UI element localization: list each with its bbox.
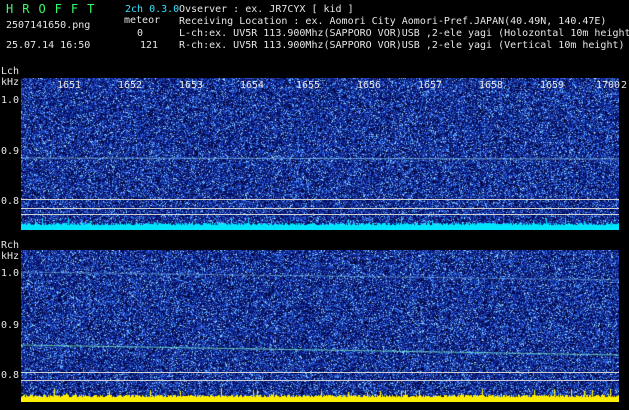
time-tick: 1659 — [540, 80, 565, 91]
lch-label: Lch — [1, 66, 20, 77]
rch-ref-line — [21, 372, 619, 373]
rch-info-line: R-ch:ex. UV5R 113.900Mhz(SAPPORO VOR)USB… — [179, 40, 625, 51]
lch-ref-line — [21, 214, 619, 215]
lch-ref-line — [21, 199, 619, 200]
time-tick: 1652 — [118, 80, 143, 91]
rch-count: 121 — [140, 40, 159, 51]
rch-ytick-3: 0.8 — [1, 370, 20, 381]
time-tick: 1700 — [596, 80, 621, 91]
lch-ytick-3: 0.8 — [1, 196, 20, 207]
datetime-label: 25.07.14 16:50 — [6, 40, 91, 51]
lch-ref-line — [21, 208, 619, 209]
rch-unit: kHz — [1, 251, 20, 262]
rch-ytick-1: 1.0 — [1, 268, 20, 279]
lch-unit: kHz — [1, 77, 20, 88]
time-tick: 1654 — [240, 80, 265, 91]
lch-ytick-2: 0.9 — [1, 146, 20, 157]
lch-count: 0 — [137, 28, 144, 39]
time-tick: 1658 — [479, 80, 504, 91]
location-line: Receiving Location : ex. Aomori City Aom… — [179, 16, 607, 27]
time-tick: 1657 — [418, 80, 443, 91]
filename-label: 2507141650.png — [6, 20, 91, 31]
time-tick: 1656 — [357, 80, 382, 91]
time-tick: 1651 — [57, 80, 82, 91]
observer-line: Ovserver : ex. JR7CYX [ kid ] — [179, 4, 354, 15]
rch-label: Rch — [1, 240, 20, 251]
time-tick: 2 — [621, 80, 628, 91]
meteor-label: meteor — [124, 15, 161, 26]
rch-ref-line — [21, 380, 619, 381]
time-tick: 1653 — [179, 80, 204, 91]
lch-ytick-1: 1.0 — [1, 95, 20, 106]
time-tick: 1655 — [296, 80, 321, 91]
app-name: HROFFT — [6, 2, 104, 16]
rch-ytick-2: 0.9 — [1, 320, 20, 331]
lch-info-line: L-ch:ex. UV5R 113.900Mhz(SAPPORO VOR)USB… — [179, 28, 629, 39]
